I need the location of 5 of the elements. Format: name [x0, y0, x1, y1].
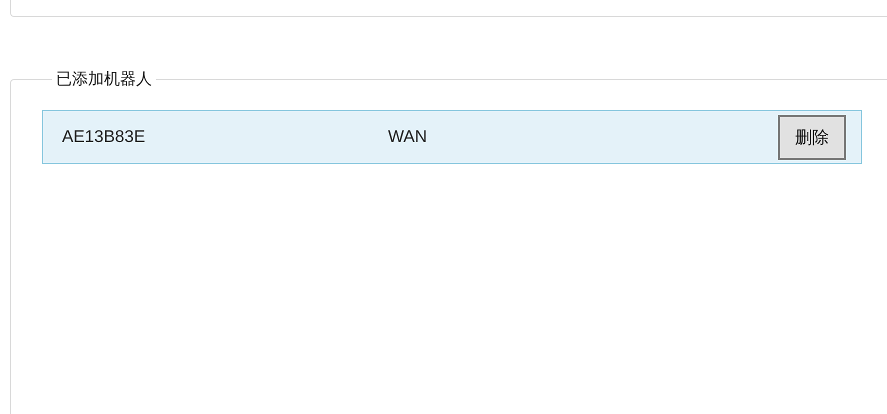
robot-id: AE13B83E	[62, 127, 146, 147]
network-type: WAN	[388, 127, 428, 147]
robot-row[interactable]: AE13B83E WAN 删除	[42, 110, 862, 164]
group-title: 已添加机器人	[55, 69, 153, 90]
delete-button[interactable]: 删除	[778, 114, 846, 160]
